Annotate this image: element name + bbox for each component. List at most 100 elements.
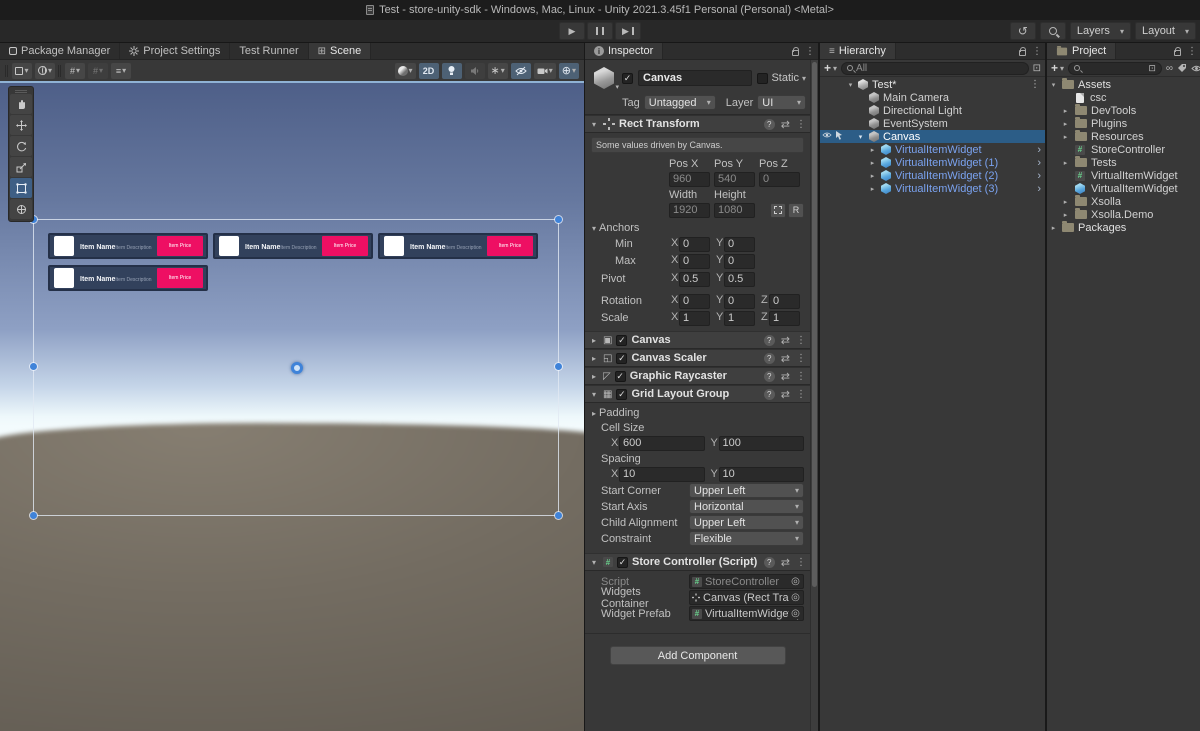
hierarchy-item-virtualitemwidget-3[interactable]: ▸ VirtualItemWidget (3) › xyxy=(820,182,1045,195)
anchor-max-x-field[interactable]: 0 xyxy=(679,254,710,269)
draw-mode-dropdown[interactable]: ▾ xyxy=(12,63,32,79)
component-header-grid-layout-group[interactable]: ▾ ▦ ✓ Grid Layout Group ?⇄⋮ xyxy=(585,385,810,403)
scale-z-field[interactable]: 1 xyxy=(769,311,800,326)
help-icon[interactable]: ? xyxy=(764,557,775,568)
kebab-menu-icon[interactable]: ⋮ xyxy=(1187,46,1197,57)
foldout-closed-icon[interactable]: ▸ xyxy=(1049,224,1058,232)
raw-edit-button[interactable]: R xyxy=(788,203,804,218)
spacing-x-field[interactable]: 10 xyxy=(619,467,705,482)
project-item-plugins[interactable]: ▸ Plugins xyxy=(1047,117,1200,130)
foldout-closed-icon[interactable]: ▸ xyxy=(589,409,599,418)
transform-tool-button[interactable] xyxy=(10,199,32,219)
object-picker-icon[interactable]: ◎ xyxy=(789,592,802,603)
foldout-open-icon[interactable]: ▾ xyxy=(589,120,599,129)
effects-dropdown[interactable]: ∗▾ xyxy=(488,63,508,79)
component-enabled-checkbox[interactable]: ✓ xyxy=(616,389,627,400)
foldout-open-icon[interactable]: ▾ xyxy=(589,558,599,567)
gameobject-icon-dropdown[interactable]: ▾ xyxy=(591,65,617,91)
help-icon[interactable]: ? xyxy=(764,335,775,346)
tab-package-manager[interactable]: Package Manager xyxy=(0,43,120,59)
project-item-assets[interactable]: ▾ Assets xyxy=(1047,78,1200,91)
presets-icon[interactable]: ⇄ xyxy=(781,370,790,383)
foldout-open-icon[interactable]: ▾ xyxy=(1049,81,1058,89)
pivot-x-field[interactable]: 0.5 xyxy=(679,272,710,287)
prefab-open-chevron[interactable]: › xyxy=(1037,157,1041,169)
foldout-closed-icon[interactable]: ▸ xyxy=(1061,198,1070,206)
component-enabled-checkbox[interactable]: ✓ xyxy=(617,557,628,568)
selection-handle-left-middle[interactable] xyxy=(30,363,37,370)
anchor-min-x-field[interactable]: 0 xyxy=(679,237,710,252)
tab-inspector[interactable]: i Inspector xyxy=(585,43,663,59)
anchor-min-y-field[interactable]: 0 xyxy=(724,237,755,252)
gameobject-name-field[interactable]: Canvas xyxy=(638,70,752,86)
lock-icon[interactable] xyxy=(1019,50,1026,56)
lock-icon[interactable] xyxy=(792,50,799,56)
component-header-canvas-scaler[interactable]: ▸ ◱ ✓ Canvas Scaler ?⇄⋮ xyxy=(585,349,810,367)
inspector-scrollbar[interactable] xyxy=(810,60,818,731)
project-item-virtualitemwidget-prefab[interactable]: VirtualItemWidget xyxy=(1047,182,1200,195)
grid-snap-dropdown[interactable]: #▾ xyxy=(65,63,85,79)
selection-handle-top-right[interactable] xyxy=(555,216,562,223)
search-button[interactable] xyxy=(1040,22,1066,40)
foldout-closed-icon[interactable]: ▸ xyxy=(868,159,877,167)
hierarchy-item-scene[interactable]: ▾ Test* ⋮ xyxy=(820,78,1045,91)
hierarchy-item-canvas[interactable]: ▾ Canvas xyxy=(820,130,1045,143)
item-price-button[interactable]: Item Price xyxy=(487,236,533,256)
visibility-eye-icon[interactable] xyxy=(822,131,832,139)
blueprint-mode-button[interactable] xyxy=(770,203,786,218)
help-icon[interactable]: ? xyxy=(764,389,775,400)
pos-y-field[interactable]: 540 xyxy=(714,172,755,187)
presets-icon[interactable]: ⇄ xyxy=(781,388,790,401)
object-picker-icon[interactable]: ◎ xyxy=(789,576,802,587)
foldout-closed-icon[interactable]: ▸ xyxy=(1061,211,1070,219)
item-price-button[interactable]: Item Price xyxy=(157,236,203,256)
add-component-button[interactable]: Add Component xyxy=(610,646,786,665)
project-item-csc[interactable]: csc xyxy=(1047,91,1200,104)
foldout-open-icon[interactable]: ▾ xyxy=(846,81,855,89)
component-header-store-controller[interactable]: ▾ # ✓ Store Controller (Script) ?⇄⋮ xyxy=(585,553,810,571)
scene-lighting-toggle[interactable] xyxy=(442,63,462,79)
height-field[interactable]: 1080 xyxy=(714,203,755,218)
hierarchy-item-virtualitemwidget-1[interactable]: ▸ VirtualItemWidget (1) › xyxy=(820,156,1045,169)
presets-icon[interactable]: ⇄ xyxy=(781,352,790,365)
object-picker-icon[interactable]: ◎ xyxy=(789,608,802,619)
component-header-graphic-raycaster[interactable]: ▸ ◸ ✓ Graphic Raycaster ?⇄⋮ xyxy=(585,367,810,385)
toggle-2d-button[interactable]: 2D xyxy=(419,63,439,79)
hierarchy-item-directional-light[interactable]: Directional Light xyxy=(820,104,1045,117)
help-icon[interactable]: ? xyxy=(764,119,775,130)
virtual-item-widget[interactable]: Item NameItem Description Item Price xyxy=(378,233,538,259)
pos-z-field[interactable]: 0 xyxy=(759,172,800,187)
foldout-closed-icon[interactable]: ▸ xyxy=(1061,159,1070,167)
foldout-open-icon[interactable]: ▾ xyxy=(589,390,599,399)
pickability-icon[interactable] xyxy=(835,131,843,140)
kebab-menu-icon[interactable]: ⋮ xyxy=(796,371,806,382)
virtual-item-widget[interactable]: Item NameItem Description Item Price xyxy=(48,233,208,259)
lock-icon[interactable] xyxy=(1174,50,1181,56)
selection-handle-bottom-right[interactable] xyxy=(555,512,562,519)
kebab-menu-icon[interactable]: ⋮ xyxy=(1030,79,1040,90)
component-header-canvas[interactable]: ▸ ▣ ✓ Canvas ?⇄⋮ xyxy=(585,331,810,349)
project-item-xsolla-demo[interactable]: ▸ Xsolla.Demo xyxy=(1047,208,1200,221)
foldout-closed-icon[interactable]: ▸ xyxy=(1061,133,1070,141)
project-item-resources[interactable]: ▸ Resources xyxy=(1047,130,1200,143)
foldout-closed-icon[interactable]: ▸ xyxy=(589,372,599,381)
rotation-x-field[interactable]: 0 xyxy=(679,294,710,309)
help-icon[interactable]: ? xyxy=(764,371,775,382)
item-price-button[interactable]: Item Price xyxy=(322,236,368,256)
presets-icon[interactable]: ⇄ xyxy=(781,118,790,131)
padding-foldout[interactable]: Padding xyxy=(599,407,639,419)
component-header-rect-transform[interactable]: ▾ Rect Transform ?⇄⋮ xyxy=(585,115,810,133)
hierarchy-search[interactable] xyxy=(841,62,1029,75)
scale-tool-button[interactable] xyxy=(10,157,32,177)
help-icon[interactable]: ? xyxy=(764,353,775,364)
layer-dropdown[interactable]: UI▾ xyxy=(757,95,806,110)
kebab-menu-icon[interactable]: ⋮ xyxy=(796,335,806,346)
project-item-storecontroller[interactable]: # StoreController xyxy=(1047,143,1200,156)
search-window-icon[interactable]: ⊡ xyxy=(1148,63,1156,74)
hand-tool-button[interactable] xyxy=(10,94,32,114)
overlay-drag-handle[interactable] xyxy=(10,88,32,93)
widget-prefab-object-field[interactable]: # VirtualItemWidget (Virt ◎ xyxy=(689,606,804,621)
presets-icon[interactable]: ⇄ xyxy=(781,334,790,347)
undo-history-button[interactable]: ↺ xyxy=(1010,22,1036,40)
kebab-menu-icon[interactable]: ⋮ xyxy=(796,389,806,400)
